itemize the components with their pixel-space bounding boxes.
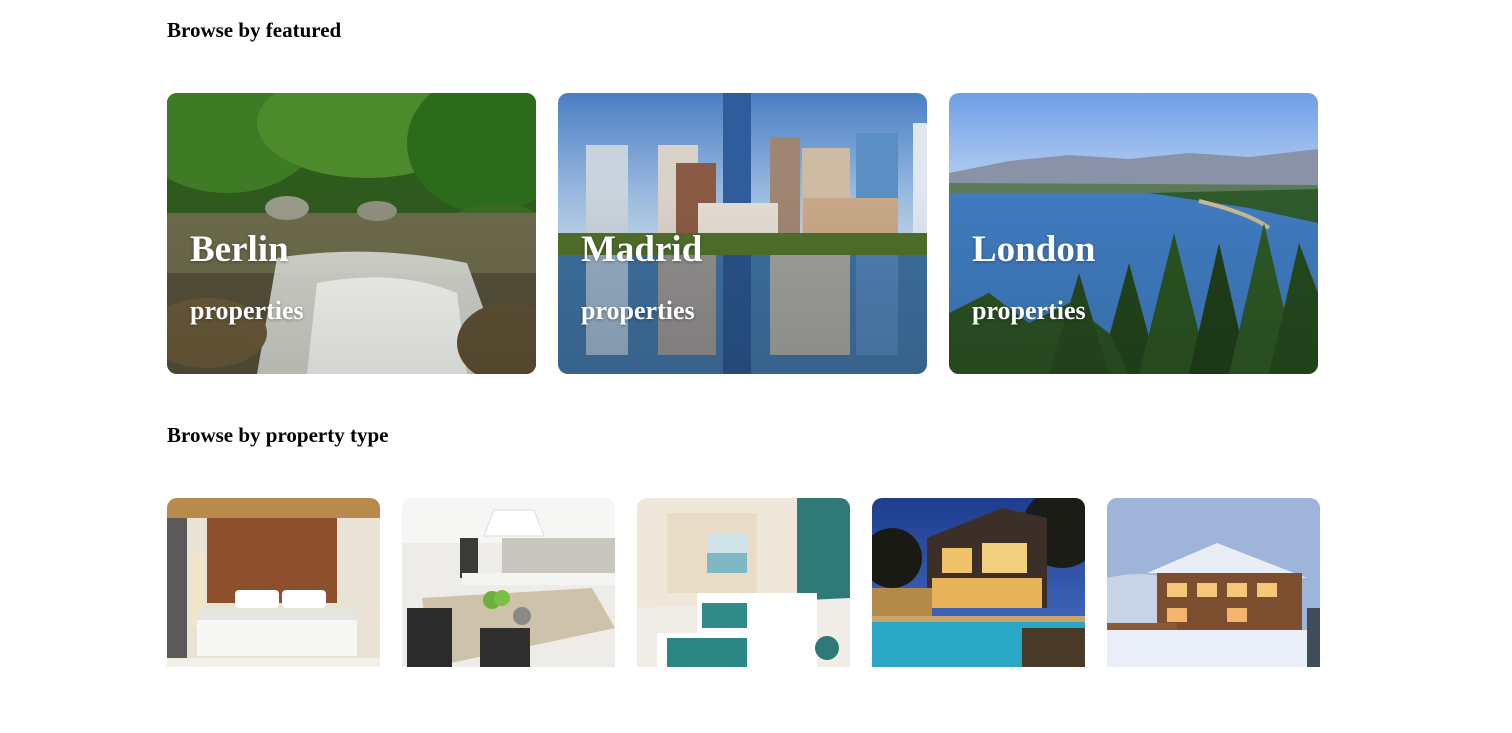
featured-properties-label: properties [581,296,695,325]
featured-list: Berlin properties Madrid properties Lond… [167,93,1318,374]
property-type-card[interactable] [167,498,380,667]
featured-card-berlin[interactable]: Berlin properties [167,93,536,374]
hotel-bedroom-image [167,498,380,667]
featured-properties-label: properties [972,296,1086,325]
featured-properties-label: properties [190,296,304,325]
villa-pool-image [872,498,1085,667]
property-type-card[interactable] [872,498,1085,667]
featured-city-name: Madrid [581,229,703,270]
featured-city-name: London [972,229,1096,270]
property-type-card[interactable] [402,498,615,667]
featured-section-title: Browse by featured [167,18,342,42]
featured-city-name: Berlin [190,229,289,270]
apartment-kitchen-image [402,498,615,667]
resort-room-image [637,498,850,667]
property-type-section-title: Browse by property type [167,423,389,447]
property-type-card[interactable] [637,498,850,667]
featured-card-madrid[interactable]: Madrid properties [558,93,927,374]
property-type-card[interactable] [1107,498,1320,667]
property-type-list [167,498,1320,667]
snowy-cabin-image [1107,498,1320,667]
featured-card-london[interactable]: London properties [949,93,1318,374]
